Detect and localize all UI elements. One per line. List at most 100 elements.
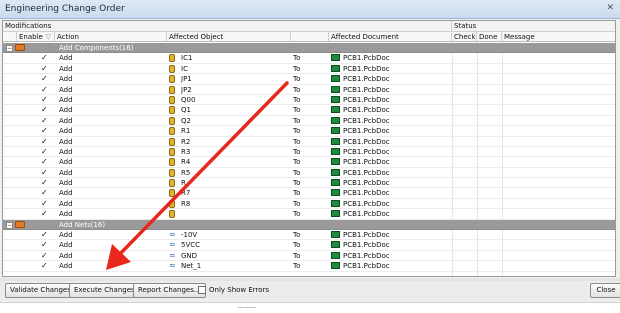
affected-document-cell: PCB1.PcbDoc xyxy=(343,64,390,73)
enable-checkbox[interactable]: ✓ xyxy=(41,199,53,208)
affected-document-cell: PCB1.PcbDoc xyxy=(343,127,390,136)
checkmark-icon[interactable]: ✓ xyxy=(41,75,49,83)
table-row[interactable]: ✓ Add ≈5VCC To PCB1.PcbDoc xyxy=(3,240,615,251)
to-cell: To xyxy=(293,262,301,271)
component-icon xyxy=(169,199,179,208)
checkmark-icon[interactable]: ✓ xyxy=(41,262,49,270)
close-button[interactable]: Close xyxy=(590,283,620,298)
component-icon xyxy=(169,157,179,167)
table-row[interactable]: ✓ Add Q2 To PCB1.PcbDoc xyxy=(3,116,615,127)
table-row[interactable]: ✓ Add R5 To PCB1.PcbDoc xyxy=(3,168,615,179)
header-enable[interactable]: Enable ▽ xyxy=(17,32,55,41)
enable-checkbox[interactable]: ✓ xyxy=(41,116,53,125)
affected-object-cell: 5VCC xyxy=(181,241,201,250)
close-window-icon[interactable]: ✕ xyxy=(606,3,614,13)
checkmark-icon[interactable]: ✓ xyxy=(41,137,49,146)
table-row[interactable]: ✓ Add JP2 To PCB1.PcbDoc xyxy=(3,85,615,95)
enable-checkbox[interactable]: ✓ xyxy=(41,230,53,239)
table-row[interactable]: ✓ Add R3 To PCB1.PcbDoc xyxy=(3,147,615,158)
checkbox-box[interactable] xyxy=(198,286,206,294)
group-row[interactable]: − Add Nets(16) xyxy=(3,219,615,231)
component-shape xyxy=(169,189,175,198)
table-row[interactable]: ✓ Add ≈ Net_1 To PCB1.PcbDoc xyxy=(3,261,615,272)
header-check[interactable]: Check xyxy=(452,32,477,41)
table-row[interactable]: ✓ Add R2 To PCB1.PcbDoc xyxy=(3,137,615,147)
header-group-row: Modifications Status xyxy=(3,21,615,32)
checkmark-icon[interactable]: ✓ xyxy=(41,210,49,218)
enable-checkbox[interactable]: ✓ xyxy=(41,64,53,73)
header-tree-spacer xyxy=(3,32,17,41)
group-row[interactable]: − Add Components(16) xyxy=(3,43,615,54)
header-affected-document[interactable]: Affected Document xyxy=(329,32,452,41)
checkmark-icon[interactable]: ✓ xyxy=(41,127,49,135)
table-row[interactable]: ✓ Add R7 To PCB1.PcbDoc xyxy=(3,188,615,199)
header-status: Status xyxy=(454,22,477,30)
header-affected-object[interactable]: Affected Object xyxy=(167,32,291,41)
enable-checkbox[interactable]: ✓ xyxy=(41,240,53,249)
checkmark-icon[interactable]: ✓ xyxy=(41,147,49,156)
enable-checkbox[interactable]: ✓ xyxy=(41,74,53,83)
enable-checkbox[interactable]: ✓ xyxy=(41,188,53,197)
enable-checkbox[interactable]: ✓ xyxy=(41,168,53,177)
checkmark-icon[interactable]: ✓ xyxy=(41,179,49,187)
table-row[interactable]: ✓ Add R4 To PCB1.PcbDoc xyxy=(3,157,615,168)
enable-checkbox[interactable]: ✓ xyxy=(41,105,53,114)
minus-icon[interactable]: − xyxy=(6,221,13,229)
only-show-errors-checkbox[interactable]: Only Show Errors xyxy=(198,285,269,295)
header-message[interactable]: Message xyxy=(502,32,615,41)
to-cell: To xyxy=(293,106,301,115)
checkmark-icon[interactable]: ✓ xyxy=(41,64,49,73)
checkmark-icon[interactable]: ✓ xyxy=(41,189,49,197)
affected-object-cell: R2 xyxy=(181,137,191,146)
enable-checkbox[interactable]: ✓ xyxy=(41,157,53,166)
checkmark-icon[interactable]: ✓ xyxy=(41,106,49,114)
pcb-document-icon xyxy=(331,240,341,249)
checkmark-icon[interactable]: ✓ xyxy=(41,241,49,249)
report-changes-button[interactable]: Report Changes... xyxy=(133,283,206,298)
table-row[interactable]: ✓ Add To PCB1.PcbDoc xyxy=(3,209,615,220)
checkmark-icon[interactable]: ✓ xyxy=(41,85,49,94)
enable-checkbox[interactable]: ✓ xyxy=(41,147,53,156)
execute-changes-button[interactable]: Execute Changes xyxy=(69,283,140,298)
checkmark-icon[interactable]: ✓ xyxy=(41,54,49,62)
minus-icon[interactable]: − xyxy=(6,45,13,52)
table-row[interactable]: ✓ Add JP1 To PCB1.PcbDoc xyxy=(3,74,615,85)
table-row[interactable]: ✓ Add R To PCB1.PcbDoc xyxy=(3,178,615,189)
checkmark-icon[interactable]: ✓ xyxy=(41,251,49,260)
table-row[interactable]: ✓ Add IC1 To PCB1.PcbDoc xyxy=(3,53,615,64)
enable-checkbox[interactable]: ✓ xyxy=(41,95,53,104)
header-done[interactable]: Done xyxy=(477,32,502,41)
pcb-document-icon xyxy=(331,116,341,125)
enable-checkbox[interactable]: ✓ xyxy=(41,178,53,187)
checkmark-icon[interactable]: ✓ xyxy=(41,231,49,239)
table-row[interactable]: ✓ Add ≈ GND To PCB1.PcbDoc xyxy=(3,251,615,262)
enable-checkbox[interactable]: ✓ xyxy=(41,137,53,146)
filter-icon[interactable]: ▽ xyxy=(46,32,51,41)
table-row[interactable]: ✓ Add Q1 To PCB1.PcbDoc xyxy=(3,105,615,116)
checkmark-icon[interactable]: ✓ xyxy=(41,158,49,166)
table-row[interactable]: ✓ Add R8 To PCB1.PcbDoc xyxy=(3,199,615,210)
checkmark-icon[interactable]: ✓ xyxy=(41,168,49,177)
table-row[interactable]: ✓ Add Q00 To PCB1.PcbDoc xyxy=(3,95,615,106)
action-cell: Add xyxy=(59,116,73,125)
action-cell: Add xyxy=(59,54,73,63)
validate-changes-button[interactable]: Validate Changes xyxy=(5,283,76,298)
enable-checkbox[interactable]: ✓ xyxy=(41,53,53,62)
enable-checkbox[interactable]: ✓ xyxy=(41,251,53,260)
checkmark-icon[interactable]: ✓ xyxy=(41,116,49,125)
checkmark-icon[interactable]: ✓ xyxy=(41,199,49,208)
checkmark-icon[interactable]: ✓ xyxy=(41,95,49,104)
header-action[interactable]: Action xyxy=(55,32,167,41)
table-row[interactable]: ✓ Add IC To PCB1.PcbDoc xyxy=(3,64,615,75)
enable-checkbox[interactable]: ✓ xyxy=(41,261,53,270)
enable-checkbox[interactable]: ✓ xyxy=(41,85,53,94)
table-row[interactable]: ✓ Add R1 To PCB1.PcbDoc xyxy=(3,126,615,137)
affected-object-cell: R3 xyxy=(181,147,191,156)
pcb-document-icon xyxy=(331,188,341,197)
affected-document-cell: PCB1.PcbDoc xyxy=(343,147,390,156)
pcb-shape xyxy=(331,251,340,259)
enable-checkbox[interactable]: ✓ xyxy=(41,209,53,218)
table-row[interactable]: ✓ Add ≈ -10V To PCB1.PcbDoc xyxy=(3,230,615,241)
pcb-shape xyxy=(331,189,340,197)
enable-checkbox[interactable]: ✓ xyxy=(41,126,53,135)
